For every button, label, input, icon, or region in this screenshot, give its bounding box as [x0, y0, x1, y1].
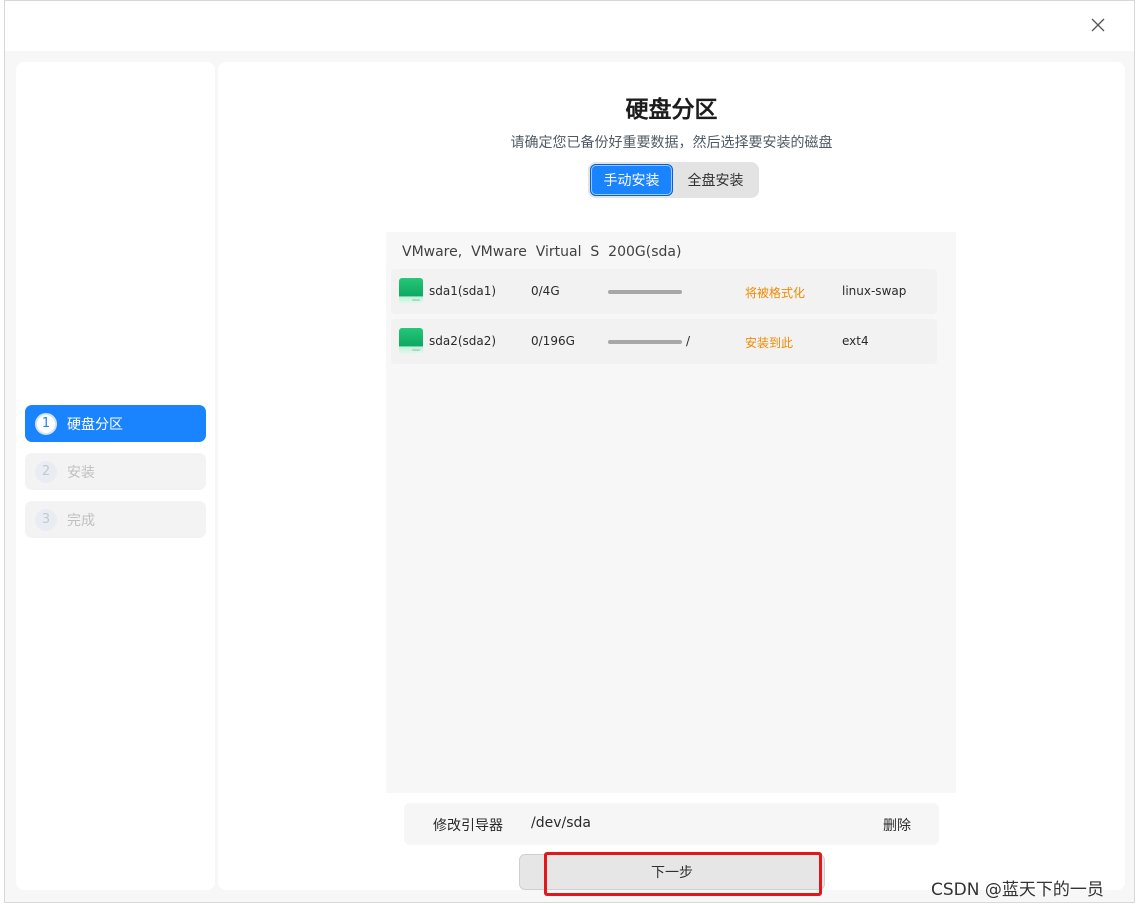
step-disk-partition: 1 硬盘分区 — [25, 405, 206, 442]
step-number: 2 — [35, 460, 57, 483]
partition-row-sda2[interactable]: sda2(sda2) 0/196G / 安装到此 ext4 — [391, 319, 937, 364]
steps-sidebar: 1 硬盘分区 2 安装 3 完成 — [16, 62, 215, 890]
close-button[interactable] — [1088, 15, 1108, 35]
close-icon — [1091, 18, 1105, 32]
watermark: CSDN @蓝天下的一员 — [931, 880, 1104, 900]
page-subtitle: 请确定您已备份好重要数据，然后选择要安装的磁盘 — [510, 135, 833, 151]
main-panel: 硬盘分区 请确定您已备份好重要数据，然后选择要安装的磁盘 手动安装 全盘安装 V… — [218, 62, 1125, 890]
partition-mount-point: / — [686, 334, 691, 348]
install-mode-switch: 手动安装 全盘安装 — [588, 162, 759, 198]
step-number: 1 — [35, 412, 57, 435]
disk-header: VMware, VMware Virtual S 200G(sda) — [402, 244, 682, 260]
step-label: 完成 — [67, 512, 95, 529]
full-disk-install-tab[interactable]: 全盘安装 — [674, 164, 757, 196]
partition-status: 安装到此 — [745, 336, 794, 350]
step-install: 2 安装 — [25, 453, 206, 490]
next-button[interactable]: 下一步 — [519, 854, 825, 890]
partition-usage: 0/4G — [531, 284, 560, 298]
partition-name: sda1(sda1) — [429, 284, 497, 298]
page-title: 硬盘分区 — [625, 97, 718, 123]
step-number: 3 — [35, 508, 57, 531]
partition-usage: 0/196G — [531, 334, 575, 348]
installer-window: 1 硬盘分区 2 安装 3 完成 硬盘分区 请确定您已备份好重要数据，然后选择要… — [4, 0, 1135, 903]
bootloader-bar: 修改引导器 /dev/sda 删除 — [404, 803, 939, 845]
disk-icon — [399, 328, 423, 354]
step-finish: 3 完成 — [25, 501, 206, 538]
partition-name: sda2(sda2) — [429, 334, 497, 348]
edit-bootloader-button[interactable]: 修改引导器 — [433, 815, 503, 835]
partition-row-sda1[interactable]: sda1(sda1) 0/4G 将被格式化 linux-swap — [391, 269, 937, 314]
step-label: 硬盘分区 — [67, 416, 123, 433]
step-label: 安装 — [67, 464, 95, 481]
usage-bar — [608, 290, 682, 294]
partition-filesystem: ext4 — [842, 334, 869, 348]
partition-filesystem: linux-swap — [842, 284, 907, 298]
manual-install-tab[interactable]: 手动安装 — [590, 164, 673, 196]
usage-bar — [608, 340, 682, 344]
disk-partition-panel: VMware, VMware Virtual S 200G(sda) sda1(… — [386, 232, 956, 793]
delete-button[interactable]: 删除 — [883, 815, 911, 835]
disk-icon — [399, 278, 423, 304]
title-bar — [5, 1, 1134, 51]
partition-status: 将被格式化 — [745, 286, 806, 300]
bootloader-device: /dev/sda — [531, 815, 591, 831]
